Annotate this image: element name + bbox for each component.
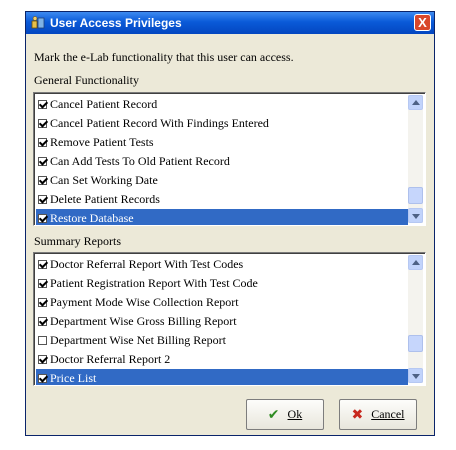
list-item[interactable]: Price List bbox=[36, 369, 408, 385]
item-checkbox[interactable] bbox=[38, 214, 47, 223]
list-item[interactable]: Department Wise Net Billing Report bbox=[36, 331, 408, 350]
list-item[interactable]: Patient Registration Report With Test Co… bbox=[36, 274, 408, 293]
general-list-scrollbar[interactable] bbox=[408, 95, 423, 223]
item-checkbox[interactable] bbox=[38, 138, 47, 147]
list-item[interactable]: Can Add Tests To Old Patient Record bbox=[36, 152, 408, 171]
item-checkbox[interactable] bbox=[38, 355, 47, 364]
list-item[interactable]: Payment Mode Wise Collection Report bbox=[36, 293, 408, 312]
item-label: Doctor Referral Report 2 bbox=[50, 352, 171, 366]
item-checkbox[interactable] bbox=[38, 100, 47, 109]
item-checkbox[interactable] bbox=[38, 195, 47, 204]
x-icon: ✖ bbox=[351, 406, 364, 423]
scroll-up-button[interactable] bbox=[408, 95, 423, 110]
list-item[interactable]: Doctor Referral Report 2 bbox=[36, 350, 408, 369]
list-item[interactable]: Cancel Patient Record With Findings Ente… bbox=[36, 114, 408, 133]
item-label: Delete Patient Records bbox=[50, 192, 160, 206]
scroll-thumb[interactable] bbox=[408, 335, 423, 352]
item-label: Payment Mode Wise Collection Report bbox=[50, 295, 239, 309]
item-label: Can Set Working Date bbox=[50, 173, 158, 187]
close-button[interactable]: X bbox=[414, 14, 431, 31]
general-functionality-list[interactable]: Cancel Patient Record Cancel Patient Reco… bbox=[33, 92, 426, 226]
summary-list-scrollbar[interactable] bbox=[408, 255, 423, 383]
list-item[interactable]: Department Wise Gross Billing Report bbox=[36, 312, 408, 331]
item-label: Restore Database bbox=[50, 211, 134, 225]
item-label: Remove Patient Tests bbox=[50, 135, 154, 149]
item-label: Patient Registration Report With Test Co… bbox=[50, 276, 258, 290]
cancel-button[interactable]: ✖ Cancel bbox=[339, 399, 417, 430]
list-item[interactable]: Doctor Referral Report With Test Codes bbox=[36, 255, 408, 274]
summary-reports-list[interactable]: Doctor Referral Report With Test Codes Pa… bbox=[33, 252, 426, 386]
item-label: Department Wise Gross Billing Report bbox=[50, 314, 237, 328]
close-icon: X bbox=[418, 15, 427, 30]
item-checkbox[interactable] bbox=[38, 260, 47, 269]
summary-reports-label: Summary Reports bbox=[34, 234, 121, 248]
item-checkbox[interactable] bbox=[38, 336, 47, 345]
list-item[interactable]: Cancel Patient Record bbox=[36, 95, 408, 114]
item-label: Can Add Tests To Old Patient Record bbox=[50, 154, 230, 168]
item-checkbox[interactable] bbox=[38, 279, 47, 288]
list-item[interactable]: Can Set Working Date bbox=[36, 171, 408, 190]
item-checkbox[interactable] bbox=[38, 119, 47, 128]
instruction-text: Mark the e-Lab functionality that this u… bbox=[34, 50, 294, 64]
checkmark-icon: ✔ bbox=[267, 406, 280, 423]
item-label: Department Wise Net Billing Report bbox=[50, 333, 226, 347]
scroll-down-button[interactable] bbox=[408, 368, 423, 383]
scroll-down-button[interactable] bbox=[408, 208, 423, 223]
list-item[interactable]: Remove Patient Tests bbox=[36, 133, 408, 152]
general-functionality-label: General Functionality bbox=[34, 73, 139, 87]
scroll-thumb[interactable] bbox=[408, 187, 423, 204]
ok-button[interactable]: ✔ Ok bbox=[246, 399, 324, 430]
list-item[interactable]: Restore Database bbox=[36, 209, 408, 225]
item-checkbox[interactable] bbox=[38, 374, 47, 383]
item-checkbox[interactable] bbox=[38, 176, 47, 185]
item-label: Price List bbox=[50, 371, 97, 385]
item-label: Cancel Patient Record bbox=[50, 97, 158, 111]
title-bar[interactable]: User Access Privileges X bbox=[26, 12, 434, 34]
item-label: Doctor Referral Report With Test Codes bbox=[50, 257, 244, 271]
item-label: Cancel Patient Record With Findings Ente… bbox=[50, 116, 269, 130]
list-item[interactable]: Delete Patient Records bbox=[36, 190, 408, 209]
item-checkbox[interactable] bbox=[38, 317, 47, 326]
app-icon bbox=[31, 16, 45, 29]
scroll-up-button[interactable] bbox=[408, 255, 423, 270]
user-access-privileges-dialog: User Access Privileges X Mark the e-Lab … bbox=[25, 11, 435, 436]
window-title: User Access Privileges bbox=[50, 16, 182, 30]
item-checkbox[interactable] bbox=[38, 157, 47, 166]
item-checkbox[interactable] bbox=[38, 298, 47, 307]
